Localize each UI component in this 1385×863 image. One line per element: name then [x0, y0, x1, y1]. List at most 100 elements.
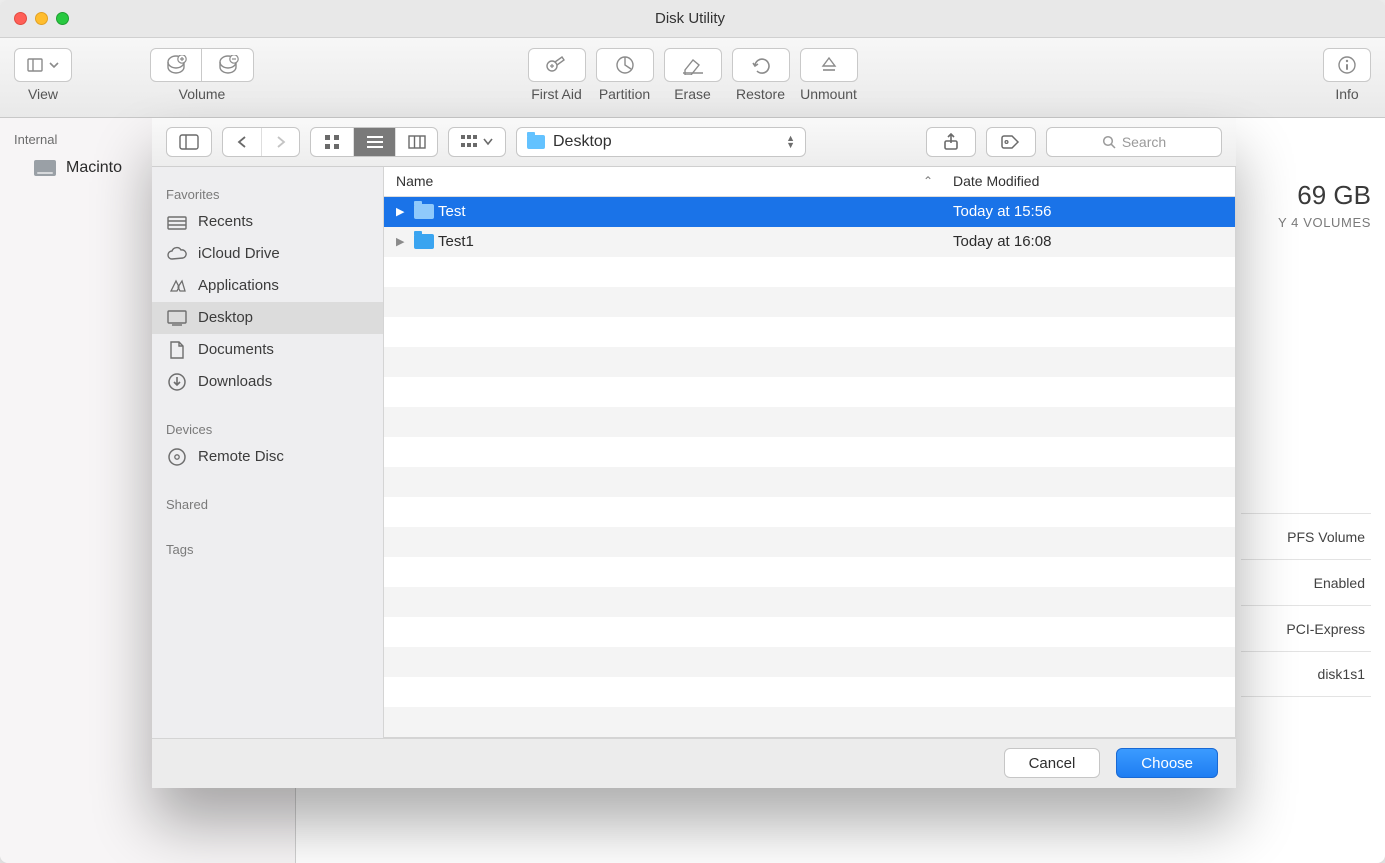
empty-row: [384, 497, 1235, 527]
disclosure-icon[interactable]: ▶: [396, 205, 414, 218]
open-panel-sidebar: Favorites Recents iCloud Drive Applicati…: [152, 167, 384, 738]
devices-label: Devices: [152, 412, 383, 441]
list-view-button[interactable]: [353, 128, 395, 156]
empty-row: [384, 647, 1235, 677]
file-date: Today at 16:08: [953, 233, 1223, 250]
capacity-value: 69 GB: [1278, 180, 1371, 211]
group-by-button[interactable]: [448, 127, 506, 157]
capacity-readout: 69 GB Y 4 VOLUMES: [1278, 180, 1371, 230]
empty-row: [384, 707, 1235, 737]
sidebar-item-recents[interactable]: Recents: [152, 206, 383, 238]
view-button[interactable]: [14, 48, 72, 82]
kv-connection: PCI-Express: [1241, 605, 1371, 651]
erase-button[interactable]: [664, 48, 722, 82]
volume-add-button[interactable]: [150, 48, 202, 82]
partition-button[interactable]: [596, 48, 654, 82]
column-name[interactable]: Name ⌃: [396, 173, 953, 189]
volume-remove-button[interactable]: [202, 48, 254, 82]
empty-row: [384, 617, 1235, 647]
empty-row: [384, 347, 1235, 377]
empty-row: [384, 677, 1235, 707]
folder-icon: [414, 234, 438, 249]
unmount-button[interactable]: [800, 48, 858, 82]
desktop-icon: [166, 309, 188, 327]
file-date: Today at 15:56: [953, 203, 1223, 220]
file-name: Test: [438, 203, 953, 220]
choose-button[interactable]: Choose: [1116, 748, 1218, 778]
updown-icon: ▲▼: [786, 135, 795, 149]
column-name-label: Name: [396, 173, 433, 189]
favorites-label: Favorites: [152, 177, 383, 206]
recents-icon: [166, 213, 188, 231]
empty-row: [384, 257, 1235, 287]
empty-row: [384, 287, 1235, 317]
search-field[interactable]: Search: [1046, 127, 1222, 157]
back-button[interactable]: [223, 128, 261, 156]
view-mode-control: [310, 127, 438, 157]
search-placeholder: Search: [1122, 134, 1166, 150]
column-date[interactable]: Date Modified: [953, 173, 1223, 189]
disclosure-icon[interactable]: ▶: [396, 235, 414, 248]
open-panel-footer: Cancel Choose: [152, 738, 1236, 788]
open-panel-toolbar: Desktop ▲▼ Search: [152, 118, 1236, 167]
sidebar-disk-label: Macinto: [66, 159, 122, 177]
sort-indicator-icon: ⌃: [923, 174, 933, 188]
volume-properties: PFS Volume Enabled PCI-Express disk1s1: [1241, 513, 1371, 697]
forward-button[interactable]: [261, 128, 299, 156]
kv-enabled: Enabled: [1241, 559, 1371, 605]
sidebar-item-label: iCloud Drive: [198, 245, 280, 262]
first-aid-label: First Aid: [531, 86, 582, 102]
share-button[interactable]: [926, 127, 976, 157]
file-row[interactable]: ▶ Test1Today at 16:08: [384, 227, 1235, 257]
sidebar-item-label: Desktop: [198, 309, 253, 326]
kv-device: disk1s1: [1241, 651, 1371, 697]
file-row[interactable]: ▶ TestToday at 15:56: [384, 197, 1235, 227]
tags-button[interactable]: [986, 127, 1036, 157]
sidebar-toggle-button[interactable]: [166, 127, 212, 157]
sidebar-item-downloads[interactable]: Downloads: [152, 366, 383, 398]
volumes-count: Y 4 VOLUMES: [1278, 215, 1371, 230]
info-label: Info: [1335, 86, 1358, 102]
sidebar-item-label: Remote Disc: [198, 448, 284, 465]
file-list: Name ⌃ Date Modified ▶ TestToday at 15:56…: [384, 167, 1236, 738]
erase-label: Erase: [674, 86, 711, 102]
sidebar-item-label: Downloads: [198, 373, 272, 390]
window-title: Disk Utility: [9, 10, 1371, 27]
folder-icon: [414, 204, 438, 219]
file-table: ▶ TestToday at 15:56 ▶ Test1Today at 16:08: [384, 197, 1235, 737]
window-titlebar: Disk Utility: [0, 0, 1385, 38]
restore-button[interactable]: [732, 48, 790, 82]
cloud-icon: [166, 245, 188, 263]
empty-row: [384, 407, 1235, 437]
sidebar-item-desktop[interactable]: Desktop: [152, 302, 383, 334]
tags-label: Tags: [152, 532, 383, 561]
open-panel: Desktop ▲▼ Search Favorites Recents: [152, 118, 1236, 788]
empty-row: [384, 587, 1235, 617]
disc-icon: [166, 448, 188, 466]
icon-view-button[interactable]: [311, 128, 353, 156]
column-date-label: Date Modified: [953, 173, 1039, 189]
sidebar-item-documents[interactable]: Documents: [152, 334, 383, 366]
sidebar-item-label: Recents: [198, 213, 253, 230]
cancel-button[interactable]: Cancel: [1004, 748, 1101, 778]
empty-row: [384, 527, 1235, 557]
restore-label: Restore: [736, 86, 785, 102]
view-label: View: [28, 86, 58, 102]
path-label: Desktop: [553, 133, 612, 151]
applications-icon: [166, 277, 188, 295]
sidebar-item-applications[interactable]: Applications: [152, 270, 383, 302]
info-button[interactable]: [1323, 48, 1371, 82]
sidebar-item-remote-disc[interactable]: Remote Disc: [152, 441, 383, 473]
empty-row: [384, 317, 1235, 347]
empty-row: [384, 467, 1235, 497]
column-view-button[interactable]: [395, 128, 437, 156]
hdd-icon: [34, 160, 56, 176]
partition-label: Partition: [599, 86, 650, 102]
first-aid-button[interactable]: [528, 48, 586, 82]
toolbar: View Volume First Aid: [0, 38, 1385, 118]
column-header: Name ⌃ Date Modified: [384, 167, 1235, 197]
sidebar-item-icloud[interactable]: iCloud Drive: [152, 238, 383, 270]
file-name: Test1: [438, 233, 953, 250]
empty-row: [384, 557, 1235, 587]
path-popup[interactable]: Desktop ▲▼: [516, 127, 806, 157]
